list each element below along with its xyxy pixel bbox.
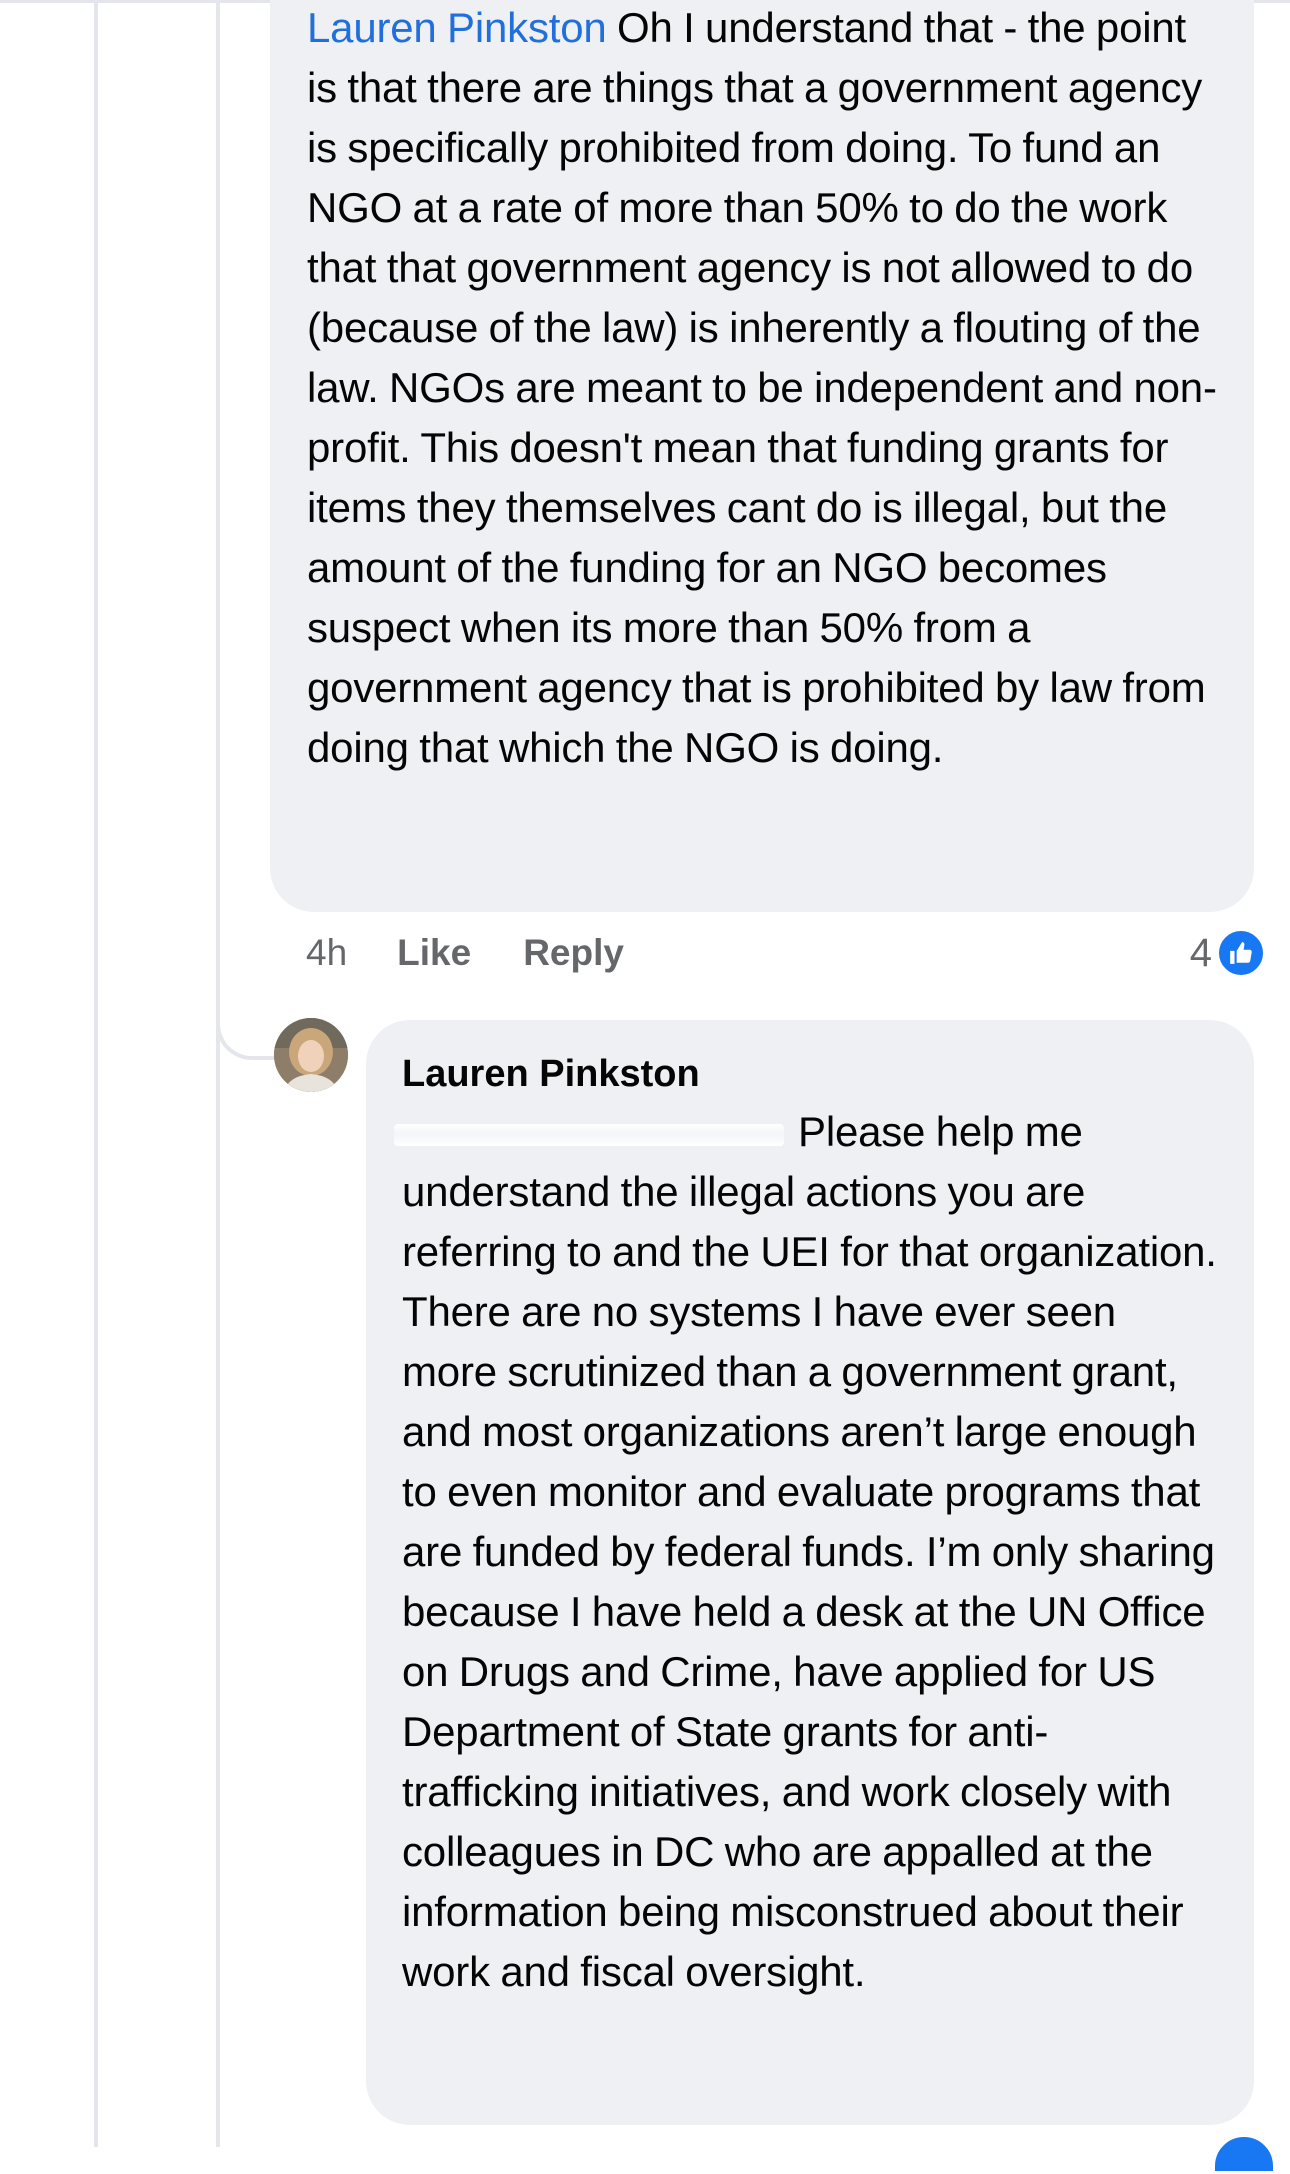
comment-author[interactable]: Lauren Pinkston	[402, 1046, 1220, 1102]
reaction-summary[interactable]: 4	[1190, 925, 1266, 981]
comment-bubble: Lauren Pinkston Oh I understand that - t…	[270, 0, 1254, 912]
reply-button[interactable]: Reply	[523, 932, 624, 974]
reaction-count: 4	[1189, 930, 1212, 975]
comment-body: Please help me understand the illegal ac…	[402, 1108, 1217, 1995]
redacted-mention	[394, 1123, 784, 1146]
thumbs-up-icon	[1216, 928, 1266, 978]
mention-link[interactable]: Lauren Pinkston	[307, 4, 607, 51]
thread-line-outer	[94, 0, 98, 2147]
comment-text: Lauren Pinkston Oh I understand that - t…	[307, 0, 1218, 778]
comment-timestamp[interactable]: 4h	[306, 932, 347, 974]
comment-bubble: Lauren Pinkston Please help me understan…	[366, 1020, 1254, 2125]
comment-actions: 4h Like Reply	[306, 925, 676, 981]
thread-connector	[216, 960, 276, 1060]
comment-text: Please help me understand the illegal ac…	[394, 1102, 1220, 2002]
like-button[interactable]: Like	[397, 932, 471, 974]
avatar[interactable]	[274, 1018, 348, 1092]
thread-line-inner	[216, 0, 220, 2147]
reaction-icon-partial	[1212, 2134, 1276, 2174]
comment-body: Oh I understand that - the point is that…	[307, 4, 1217, 771]
